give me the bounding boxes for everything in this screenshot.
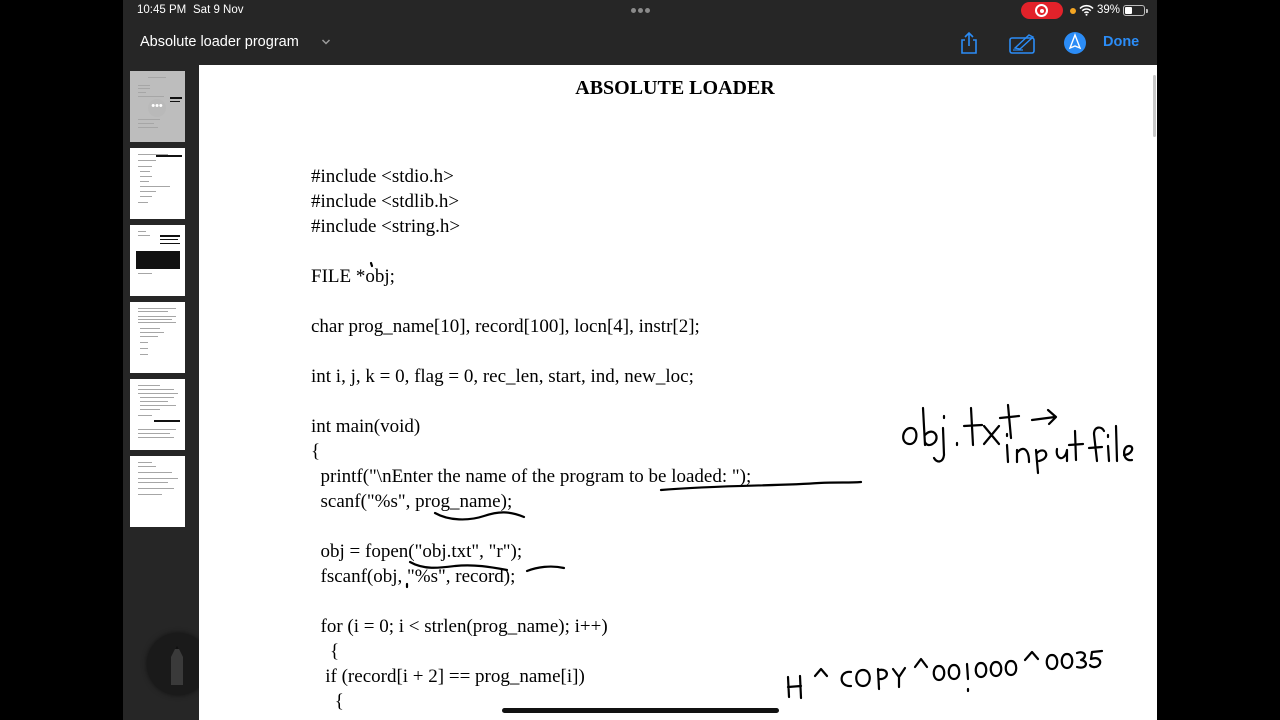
ink-arrow [1030, 408, 1058, 426]
page-thumbnail-2[interactable] [130, 148, 185, 219]
code-line: printf("\nEnter the name of the program … [311, 466, 752, 487]
share-icon[interactable] [957, 31, 981, 55]
ink-letter-f [1087, 426, 1106, 463]
code-line: int main(void) [311, 416, 421, 437]
ink-letter-o [855, 668, 871, 688]
ink-digit-0 [974, 661, 988, 679]
ink-caret [813, 667, 829, 678]
ink-letter-y [891, 666, 907, 689]
ink-digit-0 [989, 660, 1003, 678]
code-line: scanf("%s", prog_name); [311, 491, 513, 512]
ink-letter-x [982, 424, 1001, 446]
code-line: int i, j, k = 0, flag = 0, rec_len, star… [311, 366, 694, 387]
document-toolbar: Absolute loader program Done [123, 22, 1157, 65]
ink-letter-e [1122, 444, 1134, 462]
ink-letter-u [1055, 447, 1069, 463]
code-line: char prog_name[10], record[100], locn[4]… [311, 316, 700, 337]
pencil-tip-icon[interactable] [1063, 31, 1087, 55]
markup-icon[interactable] [1009, 31, 1037, 55]
code-line: for (i = 0; i < strlen(prog_name); i++) [311, 616, 608, 637]
ink-letter-o [902, 426, 918, 446]
ink-digit-0 [947, 663, 961, 681]
code-line: { [311, 441, 321, 462]
code-line: obj = fopen("obj.txt", "r"); [311, 541, 523, 562]
document-heading: ABSOLUTE LOADER [575, 77, 775, 99]
page-thumbnail-1[interactable]: ••• [130, 71, 185, 142]
code-line: #include <string.h> [311, 216, 461, 237]
ink-letter-c [840, 670, 853, 688]
page-thumbnail-4[interactable] [130, 302, 185, 373]
ink-digit-0 [932, 664, 946, 682]
page-thumbnail-3[interactable] [130, 225, 185, 296]
code-line: if (record[i + 2] == prog_name[i]) [311, 666, 585, 687]
document-title[interactable]: Absolute loader program [140, 34, 299, 50]
home-indicator[interactable] [502, 708, 779, 713]
ink-letter-j [932, 414, 946, 463]
code-line: fscanf(obj, "%s", record); [311, 566, 516, 587]
page-thumbnail-6[interactable] [130, 456, 185, 527]
ink-digit-1 [965, 662, 970, 693]
ink-digit-0 [1004, 659, 1018, 677]
done-button[interactable]: Done [1103, 34, 1139, 50]
status-time: 10:45 PM [137, 4, 187, 16]
ink-underline [433, 511, 526, 521]
ink-letter-t [998, 403, 1021, 440]
ink-letter-i [1005, 432, 1010, 464]
ink-letter-b [921, 406, 938, 447]
ink-digit-5 [1088, 649, 1104, 669]
code-line: FILE *obj; [311, 266, 395, 287]
page-thumbnails-sidebar[interactable]: ••• [123, 65, 198, 720]
ink-digit-0 [1045, 653, 1059, 671]
ink-caret [1023, 650, 1040, 662]
ink-digit-0 [1060, 652, 1074, 670]
ink-letter-n [1015, 447, 1031, 464]
ink-letter-t [962, 406, 984, 447]
battery-percent: 39% [1097, 4, 1121, 16]
thumbnail-more-icon[interactable]: ••• [148, 99, 166, 117]
ink-underline [525, 565, 566, 573]
ink-letter-l [1114, 424, 1119, 463]
page-thumbnail-5[interactable] [130, 379, 185, 450]
ink-letter-p [876, 667, 888, 691]
code-line: #include <stdio.h> [311, 166, 454, 187]
microphone-indicator-icon [1070, 8, 1076, 14]
ink-letter-t [1067, 429, 1085, 462]
code-line: { [311, 641, 340, 662]
document-page[interactable]: ABSOLUTE LOADER #include <stdio.h> #incl… [199, 65, 1157, 720]
ink-caret [913, 657, 929, 669]
status-date: Sat 9 Nov [193, 4, 244, 16]
code-line: { [311, 691, 344, 712]
wifi-icon [1079, 4, 1094, 16]
multitasking-icon[interactable] [631, 8, 651, 13]
code-line: #include <stdlib.h> [311, 191, 460, 212]
ink-letter-i [1106, 433, 1111, 463]
status-bar: 10:45 PM Sat 9 Nov 39% [123, 0, 1157, 22]
page-scrollbar[interactable] [1153, 75, 1156, 137]
chevron-down-icon[interactable] [321, 38, 331, 46]
ink-letter-h [786, 674, 803, 700]
ipad-screen: 10:45 PM Sat 9 Nov 39% Absolute loader p… [123, 0, 1157, 720]
screen-record-icon[interactable] [1021, 2, 1063, 19]
ink-letter-p [1034, 448, 1048, 475]
ink-digit-3 [1075, 651, 1087, 669]
battery-icon [1123, 5, 1148, 16]
